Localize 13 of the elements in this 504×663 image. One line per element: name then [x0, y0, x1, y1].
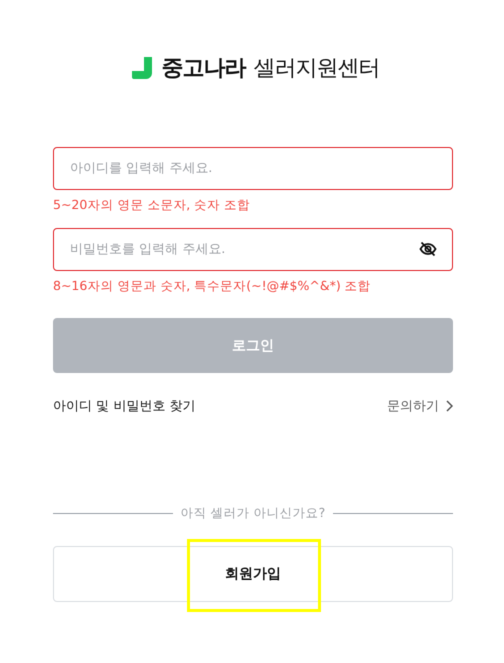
contact-link[interactable]: 문의하기 — [387, 397, 453, 415]
error-message: 8~16자의 영문과 숫자, 특수문자(~!@#$%^&*) 조합 — [53, 278, 372, 294]
error-message: 5~20자의 영문 소문자, 숫자 조합 — [53, 197, 252, 213]
site-subtitle: 셀러지원센터 — [254, 55, 380, 83]
logo-icon — [132, 57, 154, 79]
chevron-right-icon — [445, 400, 453, 412]
find-account-link[interactable]: 아이디 및 비밀번호 찾기 — [53, 397, 196, 415]
eye-slash-icon[interactable] — [419, 240, 437, 258]
brand-name: 중고나라 — [162, 55, 246, 83]
id-field[interactable]: 아이디를 입력해 주세요. — [53, 147, 453, 190]
signup-button[interactable]: 회원가입 — [53, 546, 453, 602]
password-field[interactable]: 비밀번호를 입력해 주세요. — [53, 228, 453, 271]
divider-label: 아직 셀러가 아니신가요? — [180, 505, 326, 522]
